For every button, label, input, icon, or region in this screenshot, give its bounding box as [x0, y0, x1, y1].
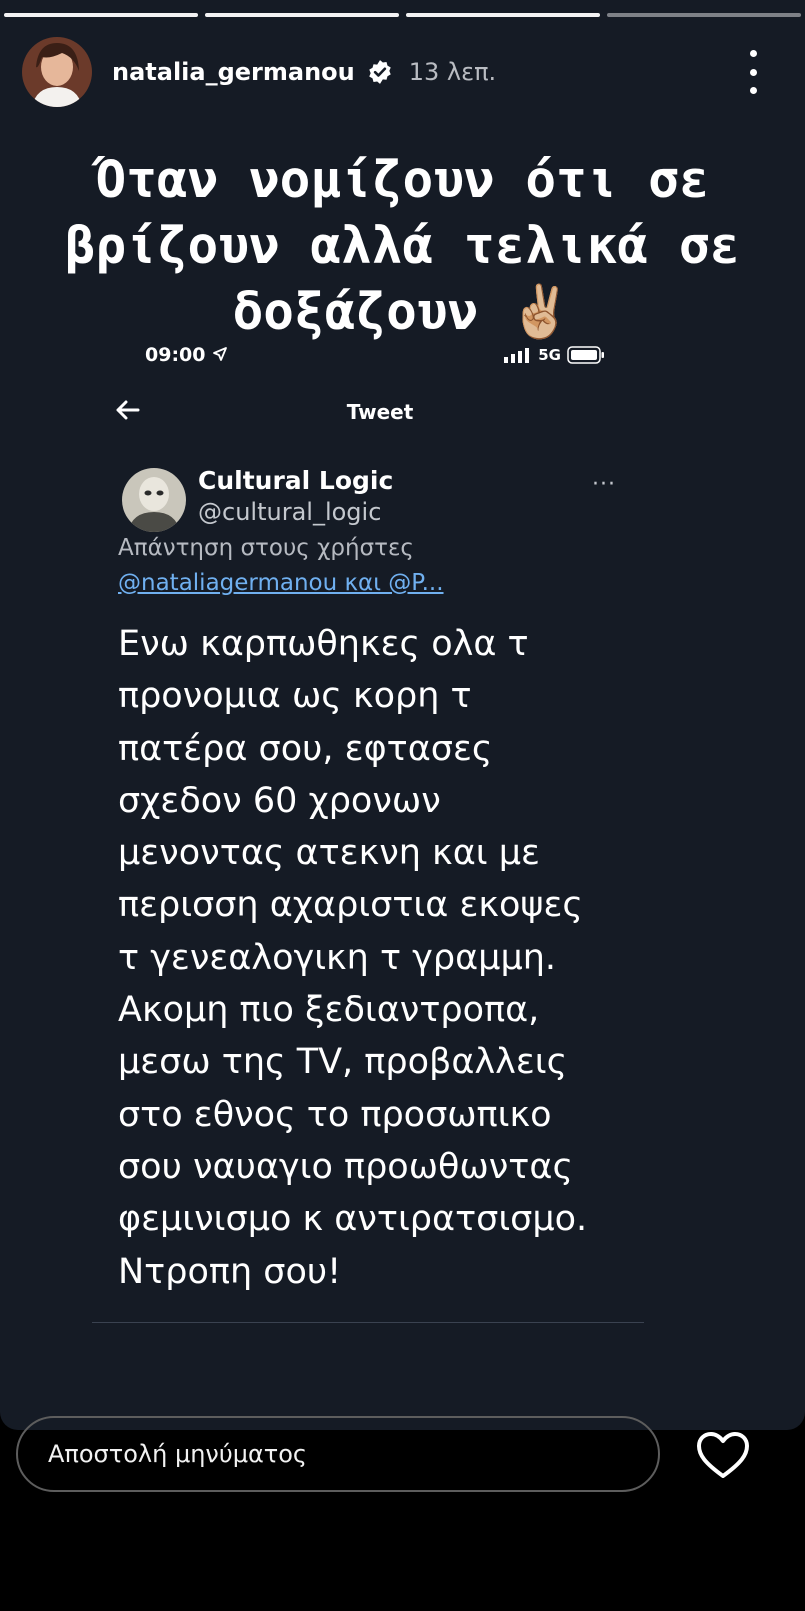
embedded-status-bar: 09:00 5G: [145, 344, 605, 374]
verified-badge-icon: [369, 60, 391, 84]
time-ago: 13 λεπ.: [408, 58, 497, 86]
tweet-title: Tweet: [346, 400, 414, 424]
tweet-more-button[interactable]: ···: [592, 472, 616, 497]
heart-outline-icon[interactable]: [695, 1430, 751, 1480]
tweet-body: Ενω καρπωθηκες ολα τ προνομια ως κορη τ …: [118, 624, 588, 1292]
tweet-author-name[interactable]: Cultural Logic: [198, 466, 393, 495]
reply-to-label: Απάντηση στους χρήστες: [118, 535, 414, 561]
progress-segment: [4, 13, 198, 17]
more-vertical-icon: [749, 68, 757, 76]
network-label: 5G: [538, 346, 561, 364]
divider: [92, 1322, 644, 1323]
battery-icon: [567, 346, 604, 364]
story-frame[interactable]: natalia_germanou 13 λεπ. Όταν νομίζουν ό…: [0, 0, 805, 1430]
story-footer: [0, 1416, 805, 1611]
progress-segment: [607, 13, 801, 17]
tweet-nav-bar: Tweet: [110, 392, 650, 432]
send-message-input[interactable]: [16, 1416, 660, 1492]
status-time: 09:00: [145, 344, 228, 366]
username[interactable]: natalia_germanou: [112, 58, 355, 86]
more-options-button[interactable]: [741, 50, 765, 94]
signal-bars-icon: [504, 348, 530, 363]
progress-segment: [406, 13, 600, 17]
story-header: natalia_germanou 13 λεπ.: [22, 36, 783, 108]
story-caption: Όταν νομίζουν ότι σε βρίζουν αλλά τελικά…: [64, 151, 741, 342]
location-arrow-icon: [213, 347, 228, 361]
reply-to-users-link[interactable]: @nataliagermanou και @P...: [118, 570, 444, 596]
more-vertical-icon: [749, 87, 757, 94]
progress-segment: [205, 13, 399, 17]
avatar[interactable]: [22, 37, 92, 107]
story-progress-bar: [4, 13, 801, 17]
status-indicators: 5G: [504, 346, 605, 364]
tweet-author-handle[interactable]: @cultural_logic: [198, 498, 381, 526]
tweet-author-avatar[interactable]: [122, 468, 186, 532]
more-vertical-icon: [749, 50, 757, 57]
